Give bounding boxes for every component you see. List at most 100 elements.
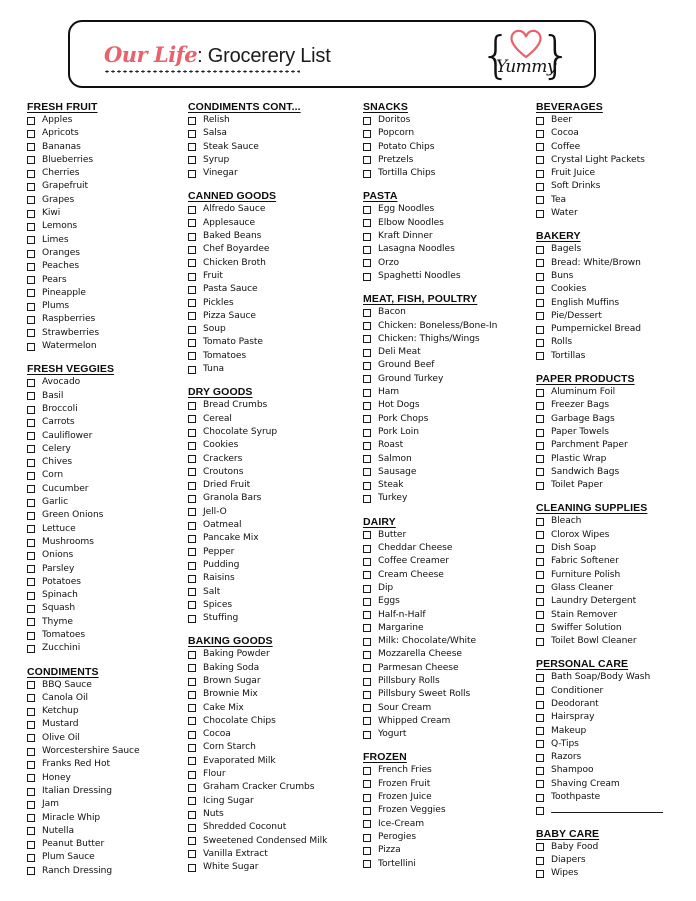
list-item[interactable]: Milk: Chocolate/White xyxy=(363,635,533,648)
list-item[interactable]: Chocolate Syrup xyxy=(188,426,360,439)
checkbox-icon[interactable] xyxy=(536,481,544,490)
checkbox-icon[interactable] xyxy=(27,854,35,863)
checkbox-icon[interactable] xyxy=(363,245,371,254)
checkbox-icon[interactable] xyxy=(188,574,196,583)
list-item[interactable]: Nuts xyxy=(188,808,360,821)
list-item[interactable]: Tomato Paste xyxy=(188,336,360,349)
checkbox-icon[interactable] xyxy=(536,518,544,527)
checkbox-icon[interactable] xyxy=(363,571,371,580)
list-item[interactable]: Chocolate Chips xyxy=(188,715,360,728)
checkbox-icon[interactable] xyxy=(188,548,196,557)
checkbox-icon[interactable] xyxy=(27,565,35,574)
checkbox-icon[interactable] xyxy=(27,800,35,809)
list-item[interactable]: Pears xyxy=(27,274,185,287)
list-item[interactable]: Bananas xyxy=(27,141,185,154)
checkbox-icon[interactable] xyxy=(27,276,35,285)
checkbox-icon[interactable] xyxy=(188,717,196,726)
list-item[interactable]: Flour xyxy=(188,768,360,781)
list-item[interactable]: Carrots xyxy=(27,416,185,429)
checkbox-icon[interactable] xyxy=(363,846,371,855)
list-item[interactable]: Pineapple xyxy=(27,287,185,300)
list-item[interactable]: Ham xyxy=(363,386,533,399)
checkbox-icon[interactable] xyxy=(27,760,35,769)
list-item[interactable]: Cherries xyxy=(27,167,185,180)
list-item[interactable]: Pillsbury Sweet Rolls xyxy=(363,688,533,701)
checkbox-icon[interactable] xyxy=(188,783,196,792)
checkbox-icon[interactable] xyxy=(27,618,35,627)
checkbox-icon[interactable] xyxy=(363,322,371,331)
list-item[interactable]: Worcestershire Sauce xyxy=(27,745,185,758)
list-item[interactable]: Corn Starch xyxy=(188,741,360,754)
checkbox-icon[interactable] xyxy=(536,325,544,334)
list-item[interactable]: Furniture Polish xyxy=(536,569,688,582)
list-item[interactable]: Ground Beef xyxy=(363,359,533,372)
checkbox-icon[interactable] xyxy=(27,511,35,520)
list-item[interactable]: Fabric Softener xyxy=(536,555,688,568)
checkbox-icon[interactable] xyxy=(363,730,371,739)
checkbox-icon[interactable] xyxy=(27,787,35,796)
checkbox-icon[interactable] xyxy=(27,458,35,467)
list-item[interactable]: Raisins xyxy=(188,572,360,585)
list-item[interactable]: Cookies xyxy=(536,283,688,296)
list-item[interactable]: Thyme xyxy=(27,616,185,629)
list-item[interactable]: Bagels xyxy=(536,243,688,256)
checkbox-icon[interactable] xyxy=(188,428,196,437)
list-item[interactable]: Bread Crumbs xyxy=(188,399,360,412)
list-item[interactable]: Grapes xyxy=(27,194,185,207)
checkbox-icon[interactable] xyxy=(363,793,371,802)
checkbox-icon[interactable] xyxy=(27,472,35,481)
list-item[interactable]: Bleach xyxy=(536,515,688,528)
list-item[interactable]: Clorox Wipes xyxy=(536,529,688,542)
checkbox-icon[interactable] xyxy=(536,183,544,192)
checkbox-icon[interactable] xyxy=(27,169,35,178)
list-item[interactable]: Salt xyxy=(188,586,360,599)
list-item[interactable]: Alfredo Sauce xyxy=(188,203,360,216)
checkbox-icon[interactable] xyxy=(363,820,371,829)
list-item[interactable]: Potatoes xyxy=(27,576,185,589)
checkbox-icon[interactable] xyxy=(27,644,35,653)
list-item[interactable]: Tortillas xyxy=(536,350,688,363)
checkbox-icon[interactable] xyxy=(363,308,371,317)
checkbox-icon[interactable] xyxy=(27,525,35,534)
checkbox-icon[interactable] xyxy=(363,272,371,281)
checkbox-icon[interactable] xyxy=(27,814,35,823)
list-item[interactable]: Chicken: Thighs/Wings xyxy=(363,333,533,346)
list-item[interactable]: Aluminum Foil xyxy=(536,386,688,399)
list-item[interactable]: Toilet Bowl Cleaner xyxy=(536,635,688,648)
list-item[interactable]: Deli Meat xyxy=(363,346,533,359)
checkbox-icon[interactable] xyxy=(188,757,196,766)
checkbox-icon[interactable] xyxy=(27,840,35,849)
list-item[interactable]: Canola Oil xyxy=(27,692,185,705)
checkbox-icon[interactable] xyxy=(27,329,35,338)
checkbox-icon[interactable] xyxy=(363,428,371,437)
checkbox-icon[interactable] xyxy=(27,156,35,165)
checkbox-icon[interactable] xyxy=(363,860,371,869)
list-item[interactable]: Crackers xyxy=(188,453,360,466)
list-item[interactable]: Plum Sauce xyxy=(27,851,185,864)
list-item[interactable]: Cocoa xyxy=(188,728,360,741)
checkbox-icon[interactable] xyxy=(188,129,196,138)
checkbox-icon[interactable] xyxy=(536,557,544,566)
checkbox-icon[interactable] xyxy=(536,740,544,749)
list-item[interactable]: Pancake Mix xyxy=(188,532,360,545)
checkbox-icon[interactable] xyxy=(27,707,35,716)
list-item[interactable]: Rolls xyxy=(536,336,688,349)
checkbox-icon[interactable] xyxy=(188,823,196,832)
checkbox-icon[interactable] xyxy=(363,833,371,842)
list-item[interactable]: Frozen Juice xyxy=(363,791,533,804)
checkbox-icon[interactable] xyxy=(536,285,544,294)
checkbox-icon[interactable] xyxy=(363,375,371,384)
list-item[interactable]: Tortellini xyxy=(363,858,533,871)
checkbox-icon[interactable] xyxy=(536,856,544,865)
checkbox-icon[interactable] xyxy=(188,770,196,779)
checkbox-icon[interactable] xyxy=(188,441,196,450)
list-item[interactable]: Bath Soap/Body Wash xyxy=(536,671,688,684)
checkbox-icon[interactable] xyxy=(536,673,544,682)
list-item[interactable]: Cocoa xyxy=(536,127,688,140)
list-item[interactable]: Shaving Cream xyxy=(536,778,688,791)
checkbox-icon[interactable] xyxy=(27,236,35,245)
list-item[interactable]: Steak Sauce xyxy=(188,141,360,154)
list-item[interactable]: Relish xyxy=(188,114,360,127)
checkbox-icon[interactable] xyxy=(363,401,371,410)
list-item[interactable]: Dish Soap xyxy=(536,542,688,555)
